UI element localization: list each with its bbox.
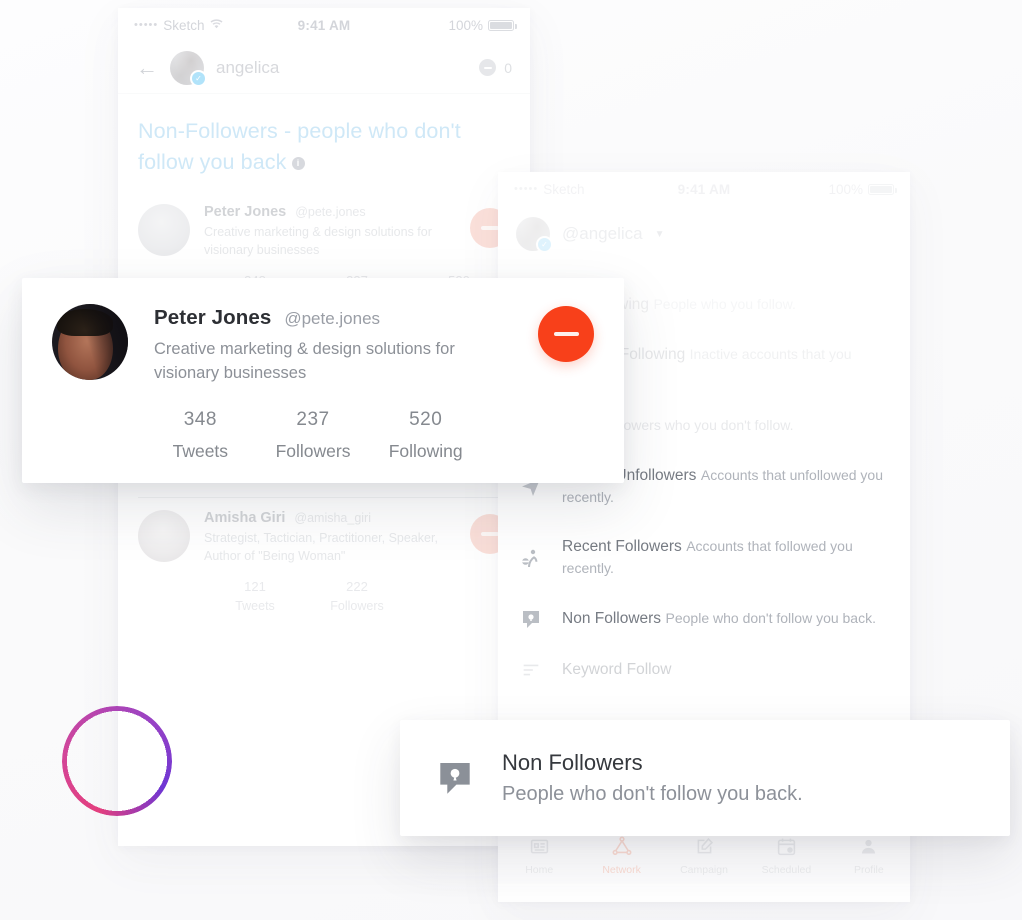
stat-label: Tweets <box>172 441 229 461</box>
network-icon <box>580 833 662 859</box>
list-item-bio: Creative marketing & design solutions fo… <box>204 225 432 257</box>
back-arrow-icon[interactable]: ← <box>136 56 158 79</box>
tab-label: Home <box>525 864 554 876</box>
list-item[interactable]: Amisha Giri @amisha_giri Strategist, Tac… <box>118 498 530 621</box>
stat-followers: 222 Followers <box>306 579 408 613</box>
person-add-icon <box>518 546 544 570</box>
stat-value: 121 <box>244 579 266 594</box>
stat-label: Tweets <box>235 599 275 613</box>
stat-value: 222 <box>346 579 368 594</box>
menu-item-title: Keyword Follow <box>562 661 672 678</box>
screenshot-root: ••••• Sketch 9:41 AM 100% ← ✓ angelica 0 <box>0 0 1022 920</box>
compose-icon <box>663 833 745 859</box>
stat-value: 348 <box>183 409 217 430</box>
unfollow-counter: 0 <box>479 59 512 76</box>
tab-scheduled[interactable]: Scheduled <box>745 833 827 876</box>
profile-bio: Creative marketing & design solutions fo… <box>154 340 455 382</box>
clock-label: 9:41 AM <box>297 17 351 33</box>
carrier-label: Sketch <box>543 181 585 197</box>
profile-stats: 348 Tweets 237 Followers 520 Following <box>52 409 594 462</box>
clock-label: 9:41 AM <box>677 181 731 197</box>
stat-label: Followers <box>275 441 351 461</box>
pin-bubble-icon <box>434 757 476 799</box>
list-item-handle: @pete.jones <box>295 205 366 219</box>
signal-dots-icon: ••••• <box>134 19 159 31</box>
navbar-username: angelica <box>216 57 280 77</box>
battery-icon <box>488 19 518 31</box>
stat-following <box>408 579 510 613</box>
carrier-label: Sketch <box>163 17 205 33</box>
tab-profile[interactable]: Profile <box>828 833 910 876</box>
menu-item-subtitle: People who don't follow you back. <box>665 610 876 626</box>
card-subtitle: People who don't follow you back. <box>502 783 803 805</box>
unfollow-count-label: 0 <box>504 59 512 76</box>
avatar <box>138 204 190 256</box>
info-icon[interactable]: i <box>291 157 305 170</box>
menu-item-title: Non Followers <box>562 610 662 627</box>
list-item-name: Amisha Giri <box>204 510 286 526</box>
page-title: Non-Followers - people who don't follow … <box>118 94 530 192</box>
list-item-handle: @amisha_giri <box>294 511 371 525</box>
stat-following: 520 Following <box>369 409 482 462</box>
profile-card: Peter Jones @pete.jones Creative marketi… <box>22 278 624 483</box>
phone-navbar: ✓ @angelica ▼ <box>498 206 910 262</box>
minus-circle-icon <box>553 331 579 337</box>
profile-handle: @pete.jones <box>284 309 381 328</box>
stat-followers: 237 Followers <box>257 409 370 462</box>
tab-label: Network <box>602 864 641 876</box>
list-item-bio: Strategist, Tactician, Practitioner, Spe… <box>204 531 438 563</box>
avatar <box>138 510 190 562</box>
tab-label: Profile <box>853 864 884 876</box>
stat-tweets: 121 Tweets <box>204 579 306 613</box>
stat-tweets: 348 Tweets <box>144 409 257 462</box>
unfollow-button[interactable] <box>538 306 594 362</box>
stat-value: 237 <box>296 409 330 430</box>
profile-name: Peter Jones <box>154 306 272 329</box>
list-item-stats: 121 Tweets 222 Followers <box>138 579 510 613</box>
stat-label: Following <box>388 441 463 461</box>
stat-label: Followers <box>330 599 384 613</box>
status-bar: ••••• Sketch 9:41 AM 100% <box>118 8 530 42</box>
battery-percent-label: 100% <box>828 181 864 197</box>
menu-item-title: Recent Followers <box>562 538 682 555</box>
menu-item-non-followers[interactable]: Non Followers People who don't follow yo… <box>498 593 910 645</box>
signal-dots-icon: ••••• <box>514 183 539 195</box>
list-item-name: Peter Jones <box>204 204 287 220</box>
avatar[interactable]: ✓ <box>170 50 207 87</box>
menu-item-subtitle: Followers who you don't follow. <box>600 417 794 433</box>
feed-icon <box>498 833 580 859</box>
phone-navbar: ← ✓ angelica 0 <box>118 42 530 94</box>
minus-circle-icon <box>479 59 497 76</box>
tab-label: Scheduled <box>761 864 812 876</box>
stat-value: 520 <box>409 409 443 430</box>
non-followers-card[interactable]: Non Followers People who don't follow yo… <box>400 720 1010 836</box>
gradient-ring-decoration <box>62 706 172 816</box>
tab-campaign[interactable]: Campaign <box>663 833 745 876</box>
menu-item-subtitle: People who you follow. <box>653 296 796 312</box>
menu-item-recent-followers[interactable]: Recent Followers Accounts that followed … <box>498 522 910 593</box>
battery-icon <box>868 183 898 195</box>
calendar-clock-icon <box>745 833 827 859</box>
pin-bubble-icon <box>518 607 544 631</box>
tab-network[interactable]: Network <box>580 833 662 876</box>
chevron-down-icon[interactable]: ▼ <box>655 229 665 240</box>
menu-item-keyword-follow[interactable]: Keyword Follow <box>498 645 910 695</box>
card-title: Non Followers <box>502 750 643 775</box>
keyword-icon <box>518 659 544 681</box>
navbar-username: @angelica <box>562 224 643 243</box>
battery-percent-label: 100% <box>448 17 484 33</box>
tab-label: Campaign <box>680 864 728 876</box>
avatar <box>52 304 128 380</box>
twitter-verified-icon: ✓ <box>190 69 207 87</box>
wifi-icon <box>210 18 223 32</box>
avatar[interactable]: ✓ <box>516 217 553 253</box>
status-bar: ••••• Sketch 9:41 AM 100% <box>498 172 910 206</box>
tab-home[interactable]: Home <box>498 833 580 876</box>
twitter-verified-icon: ✓ <box>536 236 553 253</box>
person-icon <box>828 833 910 859</box>
